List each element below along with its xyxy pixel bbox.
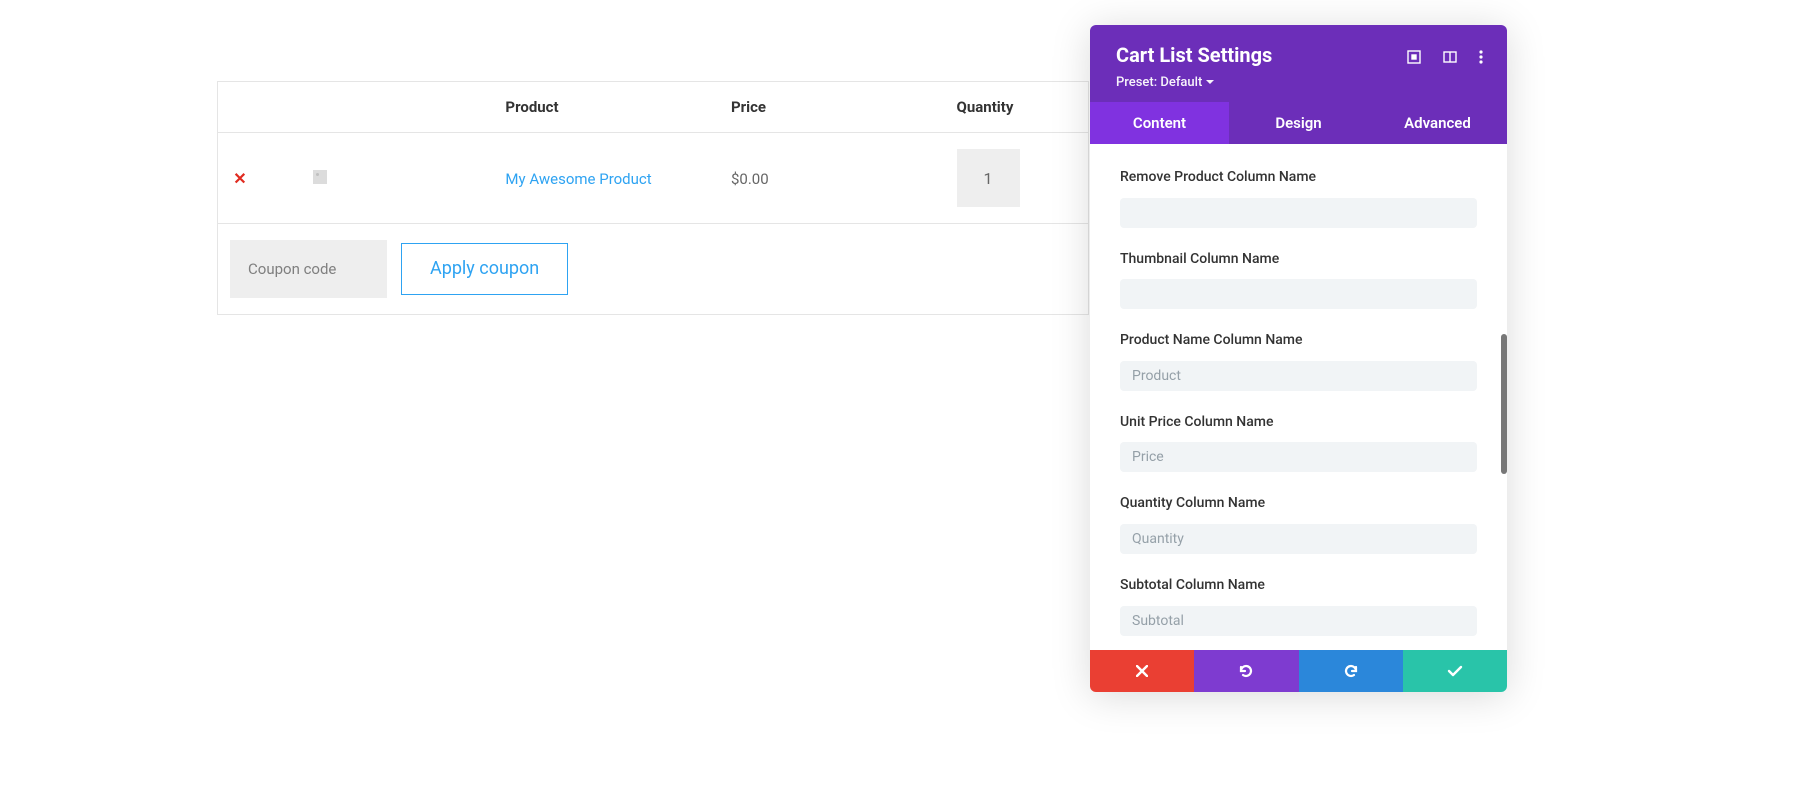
expand-icon[interactable] <box>1407 49 1421 68</box>
tabs: Content Design Advanced <box>1090 102 1507 144</box>
field-label-quantity: Quantity Column Name <box>1120 494 1320 514</box>
quantity-input[interactable] <box>957 149 1020 207</box>
save-button[interactable] <box>1403 650 1507 692</box>
col-price-header: Price <box>719 82 945 133</box>
tab-design[interactable]: Design <box>1229 102 1368 144</box>
panel-preset[interactable]: Preset: Default <box>1116 75 1214 90</box>
panel-body: Remove Product Column Name Thumbnail Col… <box>1090 144 1507 650</box>
field-input-productname[interactable] <box>1120 361 1477 391</box>
settings-panel: Cart List Settings Preset: Default Conte… <box>1090 25 1507 692</box>
panel-header: Cart List Settings Preset: Default <box>1090 25 1507 102</box>
product-link[interactable]: My Awesome Product <box>505 170 651 188</box>
caret-down-icon <box>1206 80 1214 85</box>
field-input-subtotal[interactable] <box>1120 606 1477 636</box>
actions-row: Apply coupon <box>218 224 1089 315</box>
field-input-quantity[interactable] <box>1120 524 1477 554</box>
col-thumb-header <box>301 82 493 133</box>
field-input-thumbnail[interactable] <box>1120 279 1477 309</box>
cancel-button[interactable] <box>1090 650 1194 692</box>
apply-coupon-button[interactable]: Apply coupon <box>401 243 568 295</box>
field-label-thumbnail: Thumbnail Column Name <box>1120 250 1320 270</box>
field-input-remove[interactable] <box>1120 198 1477 228</box>
field-input-unitprice[interactable] <box>1120 442 1477 472</box>
field-label-unitprice: Unit Price Column Name <box>1120 413 1320 433</box>
redo-button[interactable] <box>1299 650 1403 692</box>
cart-preview: Product Price Quantity ✕ My Awesome Prod… <box>217 81 1089 315</box>
table-row: ✕ My Awesome Product $0.00 <box>218 133 1089 224</box>
panel-title: Cart List Settings <box>1116 43 1407 67</box>
field-label-subtotal: Subtotal Column Name <box>1120 576 1320 596</box>
col-product-header: Product <box>493 82 719 133</box>
more-options-icon[interactable] <box>1479 49 1483 68</box>
coupon-input[interactable] <box>230 240 387 298</box>
redo-icon <box>1343 663 1359 679</box>
price-text: $0.00 <box>731 170 769 188</box>
col-quantity-header: Quantity <box>945 82 1089 133</box>
field-label-productname: Product Name Column Name <box>1120 331 1320 351</box>
panel-preset-label: Preset: Default <box>1116 75 1202 90</box>
field-label-remove: Remove Product Column Name <box>1120 168 1320 188</box>
undo-button[interactable] <box>1194 650 1298 692</box>
panel-footer <box>1090 650 1507 692</box>
col-remove-header <box>218 82 302 133</box>
thumbnail-placeholder-icon <box>313 170 327 184</box>
undo-icon <box>1238 663 1254 679</box>
check-icon <box>1447 665 1463 677</box>
scrollbar[interactable] <box>1501 334 1507 474</box>
tab-content[interactable]: Content <box>1090 102 1229 144</box>
tab-advanced[interactable]: Advanced <box>1368 102 1507 144</box>
cart-table: Product Price Quantity ✕ My Awesome Prod… <box>217 81 1089 315</box>
split-view-icon[interactable] <box>1443 49 1457 68</box>
remove-item-button[interactable]: ✕ <box>230 168 250 188</box>
close-icon <box>1136 665 1148 677</box>
